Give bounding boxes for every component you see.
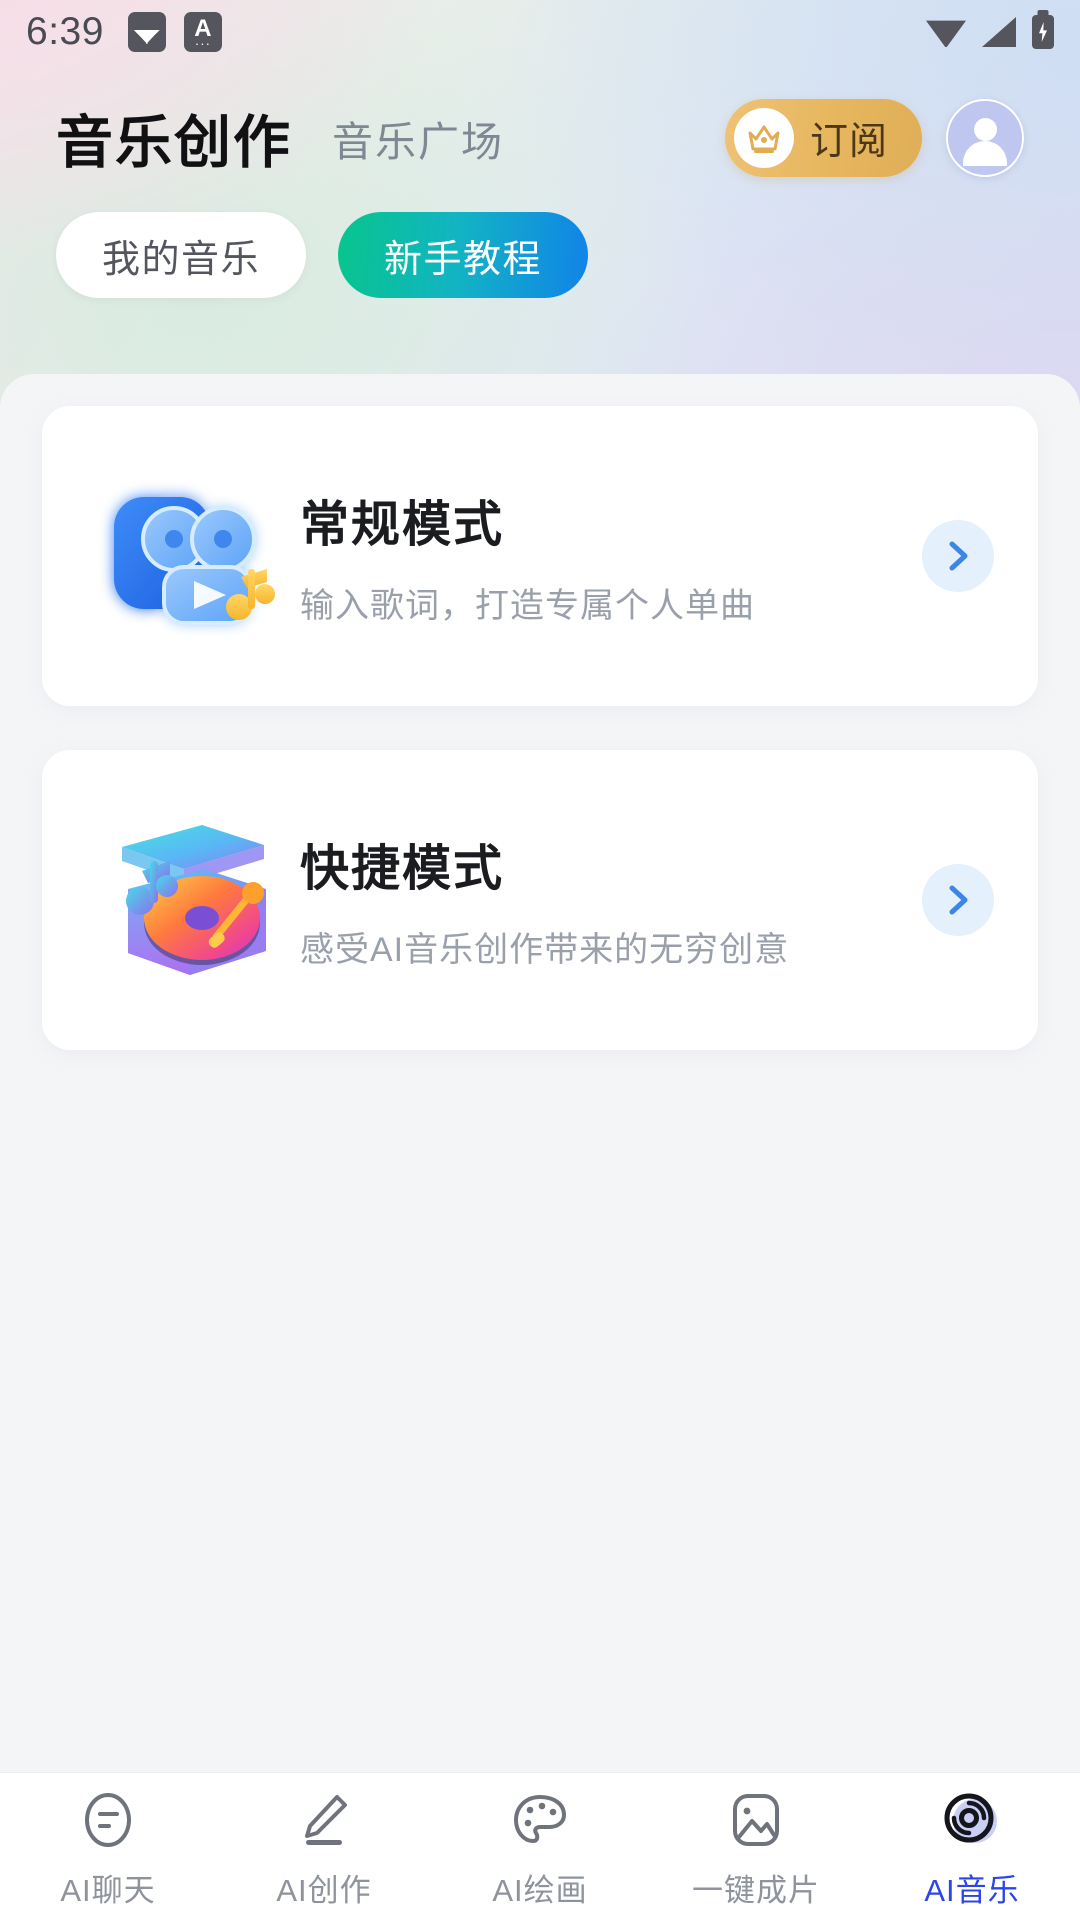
segmented-tabs: 我的音乐 新手教程 <box>56 212 589 298</box>
status-bar-system-icons <box>926 15 1054 49</box>
image-photo-icon <box>730 1789 782 1851</box>
battery-bolt-glyph <box>1039 22 1047 42</box>
colorful-turntable-icon <box>98 811 276 989</box>
nav-item-ai-creation[interactable]: AI创作 <box>216 1789 432 1910</box>
mode-card-standard[interactable]: 常规模式 输入歌词，打造专属个人单曲 <box>42 406 1038 706</box>
page-title: 音乐创作 <box>56 110 292 175</box>
avatar-body-shape <box>963 140 1007 166</box>
chevron-right-icon[interactable] <box>922 864 994 936</box>
nav-item-ai-chat[interactable]: AI聊天 <box>0 1789 216 1910</box>
nav-item-one-click-video-label: 一键成片 <box>692 1873 820 1908</box>
screenshot-image-icon-glyph <box>133 30 160 44</box>
tab-my-music-label: 我的音乐 <box>102 238 261 281</box>
subscribe-button[interactable]: 订阅 <box>724 98 922 177</box>
content-panel: 常规模式 输入歌词，打造专属个人单曲 快捷模式 感受AI音乐创作带来的无穷创意 <box>0 374 1080 1786</box>
chevron-right-icon[interactable] <box>922 520 994 592</box>
battery-charging-icon <box>1032 15 1054 49</box>
palette-icon <box>511 1789 569 1851</box>
vinyl-disc-icon <box>942 1789 1002 1851</box>
blue-projector-music-icon <box>98 467 276 645</box>
app-header: 音乐创作 音乐广场 订阅 <box>0 80 1080 195</box>
status-bar-notification-icons: A ··· <box>127 12 222 52</box>
nav-item-ai-music[interactable]: AI音乐 <box>864 1789 1080 1910</box>
mode-card-standard-title: 常规模式 <box>300 498 505 552</box>
mode-card-quick[interactable]: 快捷模式 感受AI音乐创作带来的无穷创意 <box>42 750 1038 1050</box>
status-bar-clock: 6:39 <box>26 10 104 53</box>
crown-icon <box>733 107 794 168</box>
status-bar: 6:39 A ··· <box>0 0 1080 64</box>
pencil-icon <box>296 1789 352 1851</box>
mode-card-quick-subtitle: 感受AI音乐创作带来的无穷创意 <box>300 931 790 969</box>
screenshot-image-icon <box>127 12 166 52</box>
bottom-navigation-bar: AI聊天 AI创作 AI绘画 一键成片 AI音乐 <box>0 1772 1080 1920</box>
keyboard-a-icon-dots: ··· <box>194 36 211 51</box>
nav-item-ai-painting[interactable]: AI绘画 <box>432 1789 648 1910</box>
mode-card-quick-text: 快捷模式 感受AI音乐创作带来的无穷创意 <box>300 829 922 971</box>
nav-item-ai-chat-label: AI聊天 <box>60 1873 156 1908</box>
nav-item-one-click-video[interactable]: 一键成片 <box>648 1789 864 1910</box>
mode-card-standard-subtitle: 输入歌词，打造专属个人单曲 <box>300 587 755 625</box>
avatar-head-shape <box>973 117 997 141</box>
keyboard-a-icon: A ··· <box>183 12 222 52</box>
header-actions: 订阅 <box>724 98 1024 177</box>
chat-bubble-icon <box>80 1789 136 1851</box>
wifi-icon <box>926 20 966 47</box>
tab-beginner-tutorial[interactable]: 新手教程 <box>338 212 589 298</box>
user-avatar-icon[interactable] <box>946 98 1024 177</box>
cellular-signal-icon <box>982 17 1016 47</box>
tab-music-plaza[interactable]: 音乐广场 <box>332 108 504 168</box>
nav-item-ai-creation-label: AI创作 <box>276 1873 372 1908</box>
tab-my-music[interactable]: 我的音乐 <box>56 212 307 298</box>
mode-card-quick-title: 快捷模式 <box>300 842 505 896</box>
nav-item-ai-music-label: AI音乐 <box>924 1873 1020 1908</box>
nav-item-ai-painting-label: AI绘画 <box>492 1873 588 1908</box>
mode-card-standard-text: 常规模式 输入歌词，打造专属个人单曲 <box>300 485 922 627</box>
tab-beginner-tutorial-label: 新手教程 <box>384 238 543 281</box>
subscribe-button-label: 订阅 <box>809 121 888 163</box>
